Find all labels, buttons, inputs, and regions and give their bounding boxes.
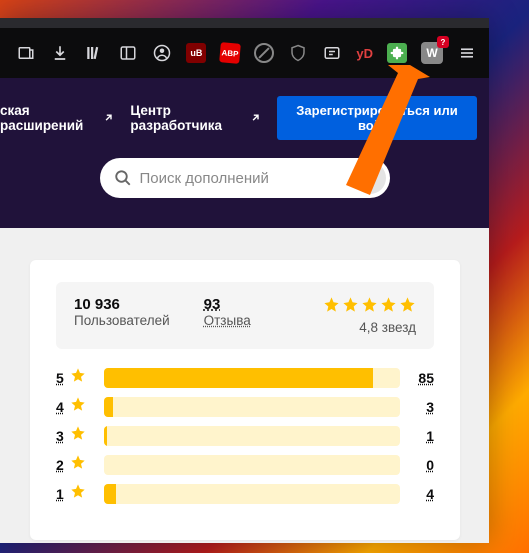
- dist-bar: [104, 426, 400, 446]
- reviews-block[interactable]: 93 Отзыва: [204, 296, 251, 328]
- users-count: 10 936: [74, 296, 170, 313]
- sidebar-icon[interactable]: [118, 43, 138, 63]
- browser-window: uB ABP yD W ? ская расширений Центр раз: [0, 18, 489, 543]
- shield-extension-icon[interactable]: [288, 43, 308, 63]
- puzzle-extension-icon[interactable]: [387, 43, 407, 63]
- ratings-card: 10 936 Пользователей 93 Отзыва: [30, 260, 460, 540]
- users-block: 10 936 Пользователей: [74, 296, 170, 328]
- dist-bar: [104, 397, 400, 417]
- block-extension-icon[interactable]: [254, 43, 274, 63]
- summary-row: 10 936 Пользователей 93 Отзыва: [56, 282, 434, 349]
- nav-row: ская расширений Центр разработчика Зарег…: [0, 90, 489, 158]
- ublock-extension-icon[interactable]: uB: [186, 43, 206, 63]
- dist-bar: [104, 368, 400, 388]
- dist-row-5[interactable]: 5 85: [56, 367, 434, 388]
- reviews-label[interactable]: Отзыва: [204, 313, 251, 328]
- dist-row-2[interactable]: 20: [56, 454, 434, 475]
- download-icon[interactable]: [50, 43, 70, 63]
- dist-rank[interactable]: 5: [56, 367, 92, 388]
- reviews-count[interactable]: 93: [204, 296, 251, 313]
- dist-rank[interactable]: 4: [56, 396, 92, 417]
- hamburger-menu-icon[interactable]: [457, 43, 477, 63]
- summary-left: 10 936 Пользователей 93 Отзыва: [74, 296, 251, 328]
- browser-toolbar: uB ABP yD W ?: [0, 28, 489, 78]
- yd-d: D: [364, 46, 373, 61]
- dist-count[interactable]: 0: [412, 457, 434, 473]
- dist-count[interactable]: 3: [412, 399, 434, 415]
- page-header: ская расширений Центр разработчика Зарег…: [0, 78, 489, 228]
- workshop-label: ская расширений: [0, 103, 98, 133]
- star-icon: [70, 425, 86, 446]
- dist-rank-num: 2: [56, 457, 64, 473]
- workshop-link[interactable]: ская расширений: [0, 103, 112, 133]
- dist-row-3[interactable]: 31: [56, 425, 434, 446]
- dist-count[interactable]: 1: [412, 428, 434, 444]
- star-icon: [342, 296, 359, 318]
- distribution-list: 58543312014: [56, 367, 434, 504]
- star-icon: [70, 367, 86, 388]
- avg-stars: [323, 296, 416, 318]
- dist-bar-fill: [104, 397, 113, 417]
- login-register-button[interactable]: Зарегистрироваться или войти: [277, 96, 477, 140]
- library-icon[interactable]: [84, 43, 104, 63]
- dist-rank-num: 5: [56, 370, 64, 386]
- yd-y: y: [356, 46, 363, 61]
- dev-center-link[interactable]: Центр разработчика: [130, 103, 259, 133]
- avg-label: 4,8 звезд: [323, 320, 416, 335]
- dist-rank[interactable]: 1: [56, 483, 92, 504]
- dist-bar-fill: [104, 484, 116, 504]
- dist-rank[interactable]: 2: [56, 454, 92, 475]
- star-icon: [70, 454, 86, 475]
- star-icon: [361, 296, 378, 318]
- search-wrap: [100, 158, 390, 198]
- search-input[interactable]: [100, 158, 390, 198]
- w-extension-icon[interactable]: W ?: [421, 42, 443, 64]
- search-submit-button[interactable]: [354, 162, 386, 194]
- star-icon: [380, 296, 397, 318]
- dist-rank-num: 1: [56, 486, 64, 502]
- dist-rank-num: 4: [56, 399, 64, 415]
- star-icon: [323, 296, 340, 318]
- dist-row-4[interactable]: 43: [56, 396, 434, 417]
- search-icon: [114, 169, 132, 187]
- dist-count[interactable]: 4: [412, 486, 434, 502]
- dev-center-label: Центр разработчика: [130, 103, 244, 133]
- arrow-right-icon: [362, 170, 378, 186]
- dist-bar: [104, 455, 400, 475]
- star-icon: [70, 483, 86, 504]
- external-link-icon: [104, 113, 112, 123]
- summary-right: 4,8 звезд: [323, 296, 416, 335]
- yd-extension-icon[interactable]: yD: [356, 46, 373, 61]
- reader-icon[interactable]: [16, 43, 36, 63]
- dist-rank-num: 3: [56, 428, 64, 444]
- dist-row-1[interactable]: 14: [56, 483, 434, 504]
- content-area: 10 936 Пользователей 93 Отзыва: [0, 228, 489, 543]
- dist-rank[interactable]: 3: [56, 425, 92, 446]
- dist-bar-fill: [104, 426, 107, 446]
- dist-bar: [104, 484, 400, 504]
- users-label: Пользователей: [74, 313, 170, 328]
- dist-bar-fill: [104, 368, 373, 388]
- translate-extension-icon[interactable]: [322, 43, 342, 63]
- account-icon[interactable]: [152, 43, 172, 63]
- dist-count[interactable]: 85: [412, 370, 434, 386]
- adblock-plus-extension-icon[interactable]: ABP: [220, 42, 242, 64]
- w-badge-icon: ?: [437, 36, 449, 48]
- external-link-icon: [251, 113, 259, 123]
- tab-strip: [0, 18, 489, 28]
- w-label: W: [426, 46, 437, 60]
- star-icon: [399, 296, 416, 318]
- star-icon: [70, 396, 86, 417]
